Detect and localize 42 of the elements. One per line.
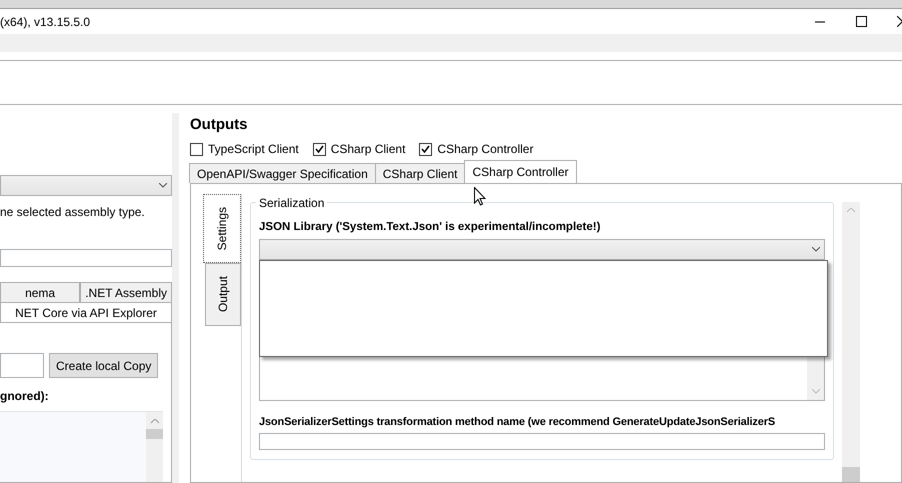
scroll-up-icon[interactable] <box>847 208 855 213</box>
field-label: JsonSerializerSettings transformation method name (we recommend GenerateUpdateJsonSerializerS <box>259 416 776 428</box>
checkbox[interactable] <box>190 142 203 156</box>
checkbox[interactable] <box>419 142 432 156</box>
window-title: (x64), v13.15.5.0 <box>0 14 90 28</box>
path-field[interactable] <box>0 353 44 378</box>
assembly-type-dropdown[interactable] <box>0 175 172 196</box>
scrollbar[interactable] <box>842 202 860 482</box>
output-checkbox[interactable]: TypeScript Client <box>190 142 299 156</box>
checkbox-label: CSharp Client <box>330 142 406 156</box>
side-tab[interactable]: Settings <box>203 194 241 263</box>
scroll-thumb[interactable] <box>842 467 860 482</box>
checkbox-label: TypeScript Client <box>208 142 299 156</box>
mouse-pointer-icon <box>474 187 486 206</box>
generator-tab[interactable]: OpenAPI/Swagger Specification <box>189 163 376 183</box>
create-copy-button[interactable]: Create local Copy <box>49 353 158 378</box>
input-tab[interactable]: nema <box>0 282 80 302</box>
checkbox-label: CSharp Controller <box>437 142 534 156</box>
chevron-down-icon <box>159 183 167 188</box>
json-library-dropdown[interactable] <box>259 239 825 260</box>
list-box[interactable] <box>0 411 163 482</box>
group-title: Serialization <box>256 196 328 210</box>
input-tab[interactable]: NET Core via API Explorer <box>0 302 172 322</box>
generator-tab[interactable]: CSharp Client <box>374 163 466 183</box>
text-field[interactable] <box>0 249 172 267</box>
scrollbar[interactable] <box>146 412 163 482</box>
outputs-heading: Outputs <box>190 116 248 133</box>
scroll-up-icon[interactable] <box>150 419 158 424</box>
output-checkbox[interactable]: CSharp Controller <box>419 142 534 156</box>
input-tab[interactable]: .NET Assembly <box>80 282 172 302</box>
scroll-thumb[interactable] <box>146 429 163 439</box>
list-label: gnored): <box>0 389 50 403</box>
chevron-down-icon <box>812 247 820 252</box>
scroll-down-icon[interactable] <box>812 389 820 394</box>
field-label: JSON Library ('System.Text.Json' is experimental/incomplete!) <box>259 221 602 233</box>
output-checkbox[interactable]: CSharp Client <box>312 142 406 156</box>
method-name-field[interactable] <box>259 433 825 450</box>
side-tab[interactable]: Output <box>205 263 241 326</box>
maximize-icon[interactable] <box>856 16 867 27</box>
generator-tab[interactable]: CSharp Controller <box>464 160 577 183</box>
description-text: ne selected assembly type. <box>0 205 146 219</box>
checkbox[interactable] <box>312 142 326 156</box>
